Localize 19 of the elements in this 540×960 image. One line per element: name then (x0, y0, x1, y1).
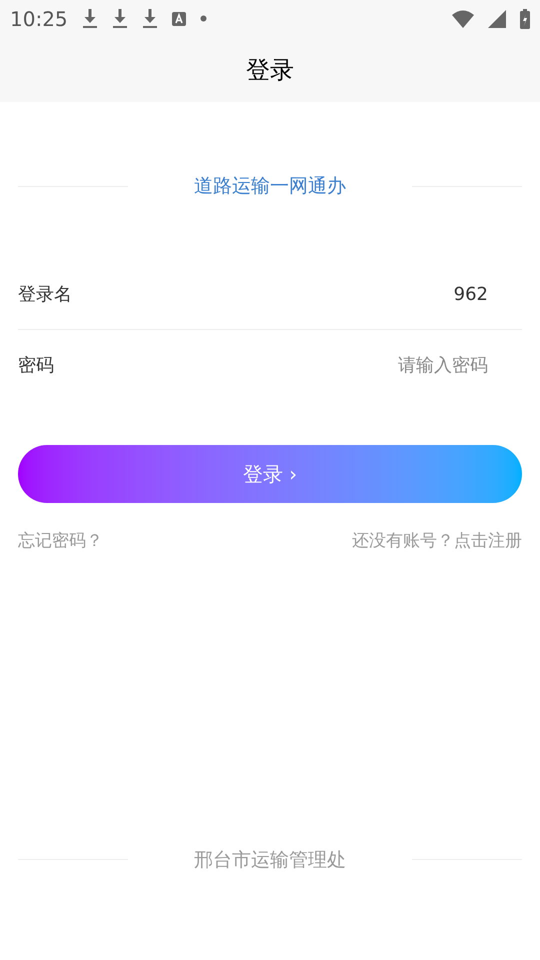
status-time: 10:25 (10, 6, 68, 32)
field-label: 登录名 (18, 283, 73, 307)
section-title: 道路运输一网通办 (193, 174, 347, 199)
wifi-icon (452, 10, 474, 28)
page-title: 登录 (246, 54, 294, 86)
login-button[interactable]: 登录 › (18, 445, 522, 503)
footer-text: 邢台市运输管理处 (193, 848, 347, 872)
input-field[interactable]: 962 (138, 281, 522, 308)
signal-icon (488, 10, 506, 28)
forgot-password-link[interactable]: 忘记密码？ (18, 529, 103, 554)
download-icon (142, 8, 158, 28)
field-label: 密码 (18, 354, 55, 378)
register-link[interactable]: 还没有账号？点击注册 (352, 529, 522, 554)
dot-icon (200, 15, 207, 22)
keyboard-app-icon (172, 12, 186, 26)
download-icon (82, 8, 98, 28)
download-icon (112, 8, 128, 28)
battery-icon (520, 8, 530, 28)
input-field[interactable]: 请输入密码 (138, 352, 522, 378)
